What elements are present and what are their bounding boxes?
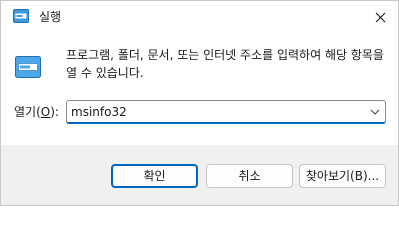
- open-label-accelerator: O: [40, 105, 51, 119]
- button-bar: 확인 취소 찾아보기(B)...: [1, 145, 398, 205]
- browse-button[interactable]: 찾아보기(B)...: [299, 164, 386, 188]
- ok-button[interactable]: 확인: [111, 164, 198, 188]
- close-icon: [375, 12, 385, 22]
- open-label-prefix: 열기(: [14, 105, 41, 119]
- open-input[interactable]: msinfo32: [71, 104, 127, 120]
- run-icon: [15, 56, 41, 78]
- close-button[interactable]: [366, 3, 394, 31]
- open-label: 열기(O):: [14, 104, 59, 120]
- run-dialog: 실행 프로그램, 폴더, 문서, 또는 인터넷 주소를 입력하여 해당 항목을 …: [0, 0, 399, 206]
- open-combobox[interactable]: msinfo32: [66, 100, 386, 124]
- title-bar: 실행: [1, 1, 398, 33]
- chevron-down-icon[interactable]: [369, 106, 381, 118]
- cancel-button[interactable]: 취소: [206, 164, 293, 188]
- run-icon: [13, 9, 29, 23]
- open-label-suffix: ):: [50, 105, 59, 119]
- window-title: 실행: [39, 10, 62, 24]
- description-text: 프로그램, 폴더, 문서, 또는 인터넷 주소를 입력하여 해당 항목을 열 수…: [66, 48, 384, 80]
